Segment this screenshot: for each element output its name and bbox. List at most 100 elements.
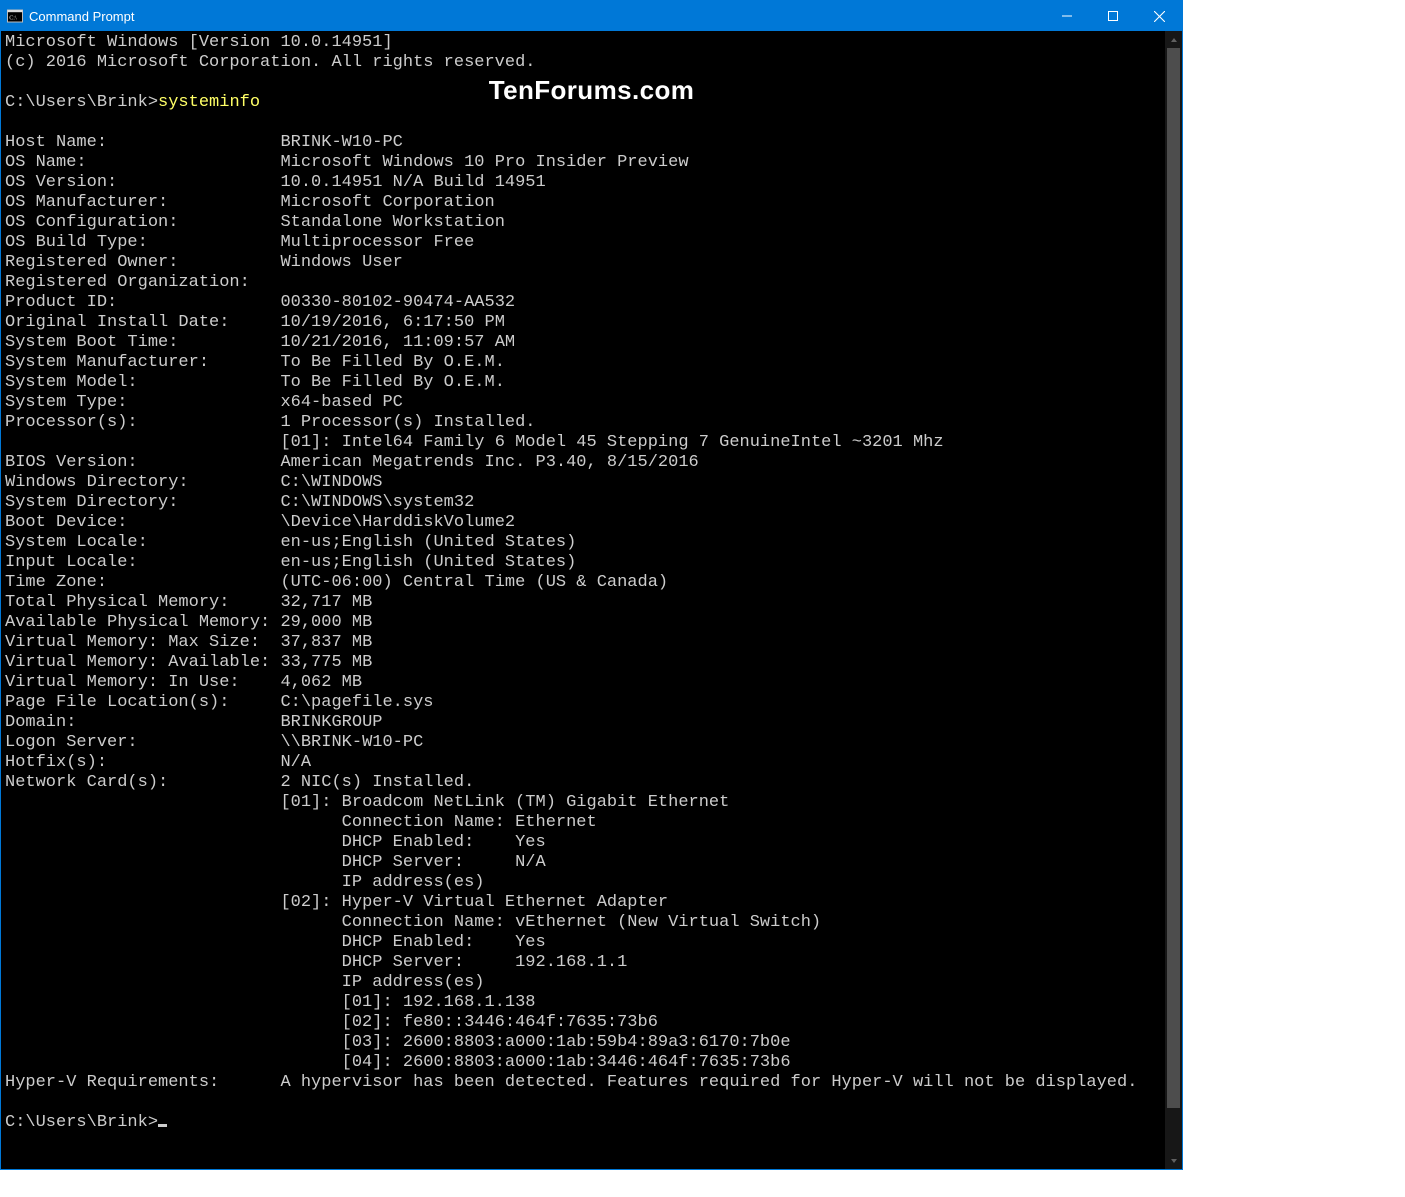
label: Total Physical Memory: — [5, 593, 280, 612]
label: Host Name: — [5, 133, 280, 152]
row-nic2-connection-name: Connection Name: vEthernet (New Virtual … — [5, 913, 821, 932]
value: [02]: Hyper-V Virtual Ethernet Adapter — [280, 893, 668, 912]
titlebar[interactable]: C:\ Command Prompt — [1, 1, 1182, 31]
value: Windows User — [280, 253, 402, 272]
cursor — [158, 1124, 167, 1127]
label — [5, 993, 342, 1012]
value: (UTC-06:00) Central Time (US & Canada) — [280, 573, 668, 592]
value: \\BRINK-W10-PC — [280, 733, 423, 752]
row-system-directory: System Directory: C:\WINDOWS\system32 — [5, 493, 474, 512]
label: OS Configuration: — [5, 213, 280, 232]
row-processors: Processor(s): 1 Processor(s) Installed. — [5, 413, 536, 432]
label: Page File Location(s): — [5, 693, 280, 712]
label — [5, 1053, 342, 1072]
scroll-up-button[interactable] — [1165, 31, 1182, 48]
scroll-track[interactable] — [1165, 48, 1182, 1152]
label: Product ID: — [5, 293, 280, 312]
value: Connection Name: vEthernet (New Virtual … — [342, 913, 821, 932]
titlebar-left: C:\ Command Prompt — [1, 1, 134, 31]
value: IP address(es) — [342, 973, 485, 992]
label — [5, 833, 342, 852]
label — [5, 793, 280, 812]
value: [01]: Broadcom NetLink (TM) Gigabit Ethe… — [280, 793, 729, 812]
value: Standalone Workstation — [280, 213, 504, 232]
vertical-scrollbar[interactable] — [1165, 31, 1182, 1169]
row-os-name: OS Name: Microsoft Windows 10 Pro Inside… — [5, 153, 689, 172]
row-total-physical-memory: Total Physical Memory: 32,717 MB — [5, 593, 372, 612]
value: A hypervisor has been detected. Features… — [280, 1073, 1137, 1092]
row-logon-server: Logon Server: \\BRINK-W10-PC — [5, 733, 423, 752]
row-vmem-max: Virtual Memory: Max Size: 37,837 MB — [5, 633, 372, 652]
value: N/A — [280, 753, 311, 772]
minimize-button[interactable] — [1044, 1, 1090, 31]
value: 32,717 MB — [280, 593, 372, 612]
row-hotfix: Hotfix(s): N/A — [5, 753, 311, 772]
row-nic2-dhcp-enabled: DHCP Enabled: Yes — [5, 933, 546, 952]
label: Registered Owner: — [5, 253, 280, 272]
close-button[interactable] — [1136, 1, 1182, 31]
row-processors-detail: [01]: Intel64 Family 6 Model 45 Stepping… — [5, 433, 944, 452]
label: OS Name: — [5, 153, 280, 172]
terminal-output[interactable]: Microsoft Windows [Version 10.0.14951] (… — [1, 31, 1165, 1169]
label: Logon Server: — [5, 733, 280, 752]
label: Hyper-V Requirements: — [5, 1073, 280, 1092]
row-vmem-available: Virtual Memory: Available: 33,775 MB — [5, 653, 372, 672]
row-product-id: Product ID: 00330-80102-90474-AA532 — [5, 293, 515, 312]
prompt-1-prefix: C:\Users\Brink> — [5, 93, 158, 112]
scroll-thumb[interactable] — [1167, 48, 1180, 1108]
label: Original Install Date: — [5, 313, 280, 332]
maximize-button[interactable] — [1090, 1, 1136, 31]
value: 33,775 MB — [280, 653, 372, 672]
row-input-locale: Input Locale: en-us;English (United Stat… — [5, 553, 576, 572]
label: Windows Directory: — [5, 473, 280, 492]
cmd-icon: C:\ — [7, 8, 23, 24]
value: [02]: fe80::3446:464f:7635:73b6 — [342, 1013, 658, 1032]
value: [01]: Intel64 Family 6 Model 45 Stepping… — [280, 433, 943, 452]
scroll-down-button[interactable] — [1165, 1152, 1182, 1169]
row-os-build-type: OS Build Type: Multiprocessor Free — [5, 233, 474, 252]
label: System Locale: — [5, 533, 280, 552]
row-os-configuration: OS Configuration: Standalone Workstation — [5, 213, 505, 232]
label — [5, 853, 342, 872]
window-buttons — [1044, 1, 1182, 31]
label: Registered Organization: — [5, 273, 250, 292]
value: \Device\HarddiskVolume2 — [280, 513, 515, 532]
value: DHCP Server: 192.168.1.1 — [342, 953, 628, 972]
value: 10.0.14951 N/A Build 14951 — [280, 173, 545, 192]
row-nic1-ip-addresses: IP address(es) — [5, 873, 484, 892]
label: Virtual Memory: In Use: — [5, 673, 280, 692]
value: ‎10/‎19/‎2016, 6:17:50 PM — [280, 313, 504, 332]
value: BRINK-W10-PC — [280, 133, 402, 152]
row-windows-directory: Windows Directory: C:\WINDOWS — [5, 473, 382, 492]
value: 37,837 MB — [280, 633, 372, 652]
label — [5, 1033, 342, 1052]
label: Virtual Memory: Max Size: — [5, 633, 280, 652]
label — [5, 893, 280, 912]
value: To Be Filled By O.E.M. — [280, 373, 504, 392]
label: Domain: — [5, 713, 280, 732]
row-nic1: [01]: Broadcom NetLink (TM) Gigabit Ethe… — [5, 793, 729, 812]
value: 29,000 MB — [280, 613, 372, 632]
label: System Directory: — [5, 493, 280, 512]
label — [5, 913, 342, 932]
label: System Type: — [5, 393, 280, 412]
value: IP address(es) — [342, 873, 485, 892]
label: Hotfix(s): — [5, 753, 280, 772]
row-nic1-dhcp-enabled: DHCP Enabled: Yes — [5, 833, 546, 852]
value: DHCP Enabled: Yes — [342, 933, 546, 952]
label — [5, 1013, 342, 1032]
row-os-manufacturer: OS Manufacturer: Microsoft Corporation — [5, 193, 495, 212]
value: BRINKGROUP — [280, 713, 382, 732]
label: Input Locale: — [5, 553, 280, 572]
value: en-us;English (United States) — [280, 553, 576, 572]
value: 2 NIC(s) Installed. — [280, 773, 474, 792]
label — [5, 433, 280, 452]
label: OS Manufacturer: — [5, 193, 280, 212]
label: Network Card(s): — [5, 773, 280, 792]
value: ‎10/‎21/‎2016, 11:09:57 AM — [280, 333, 515, 352]
command-prompt-window: C:\ Command Prompt Microsoft Windows [Ve… — [0, 0, 1183, 1170]
label — [5, 933, 342, 952]
row-nic2-ip2: [02]: fe80::3446:464f:7635:73b6 — [5, 1013, 658, 1032]
row-hyperv-requirements: Hyper-V Requirements: A hypervisor has b… — [5, 1073, 1137, 1092]
row-available-physical-memory: Available Physical Memory: 29,000 MB — [5, 613, 372, 632]
